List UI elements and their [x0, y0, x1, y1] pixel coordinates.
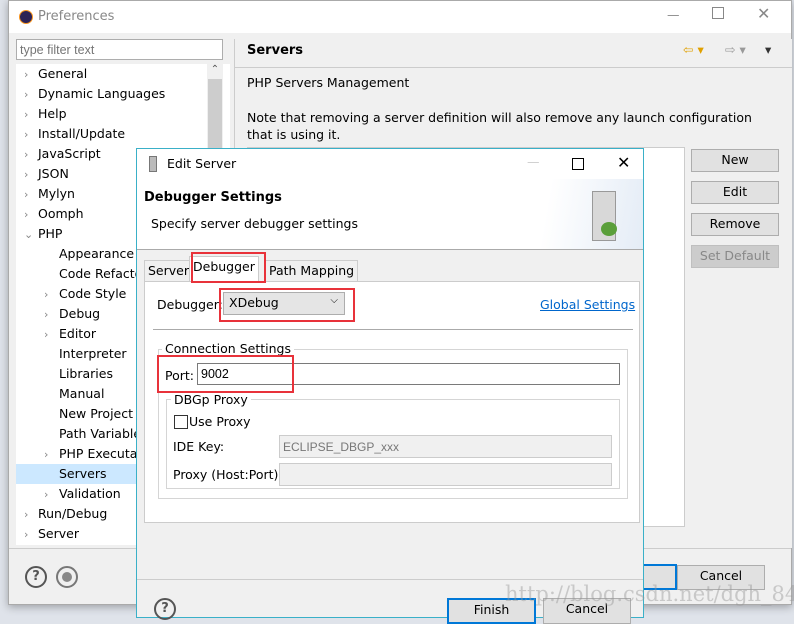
tree-item[interactable]: › Dynamic Languages — [16, 84, 230, 104]
tree-item-label: PHP — [38, 226, 63, 241]
close-button[interactable]: ✕ — [757, 4, 770, 23]
dialog-title: Edit Server — [167, 156, 237, 171]
dialog-titlebar: Edit Server — ✕ — [137, 149, 643, 179]
tree-item-label: General — [38, 66, 88, 81]
chevron-right-icon[interactable]: › — [24, 205, 38, 225]
menu-icon[interactable]: ▾ — [765, 42, 771, 57]
tree-item-label: Debug — [59, 306, 101, 321]
use-proxy-label[interactable]: Use Proxy — [189, 414, 251, 429]
remove-button[interactable]: Remove — [691, 213, 779, 236]
tree-item[interactable]: › General — [16, 64, 230, 84]
chevron-right-icon[interactable]: › — [24, 165, 38, 185]
tab-path-mapping[interactable]: Path Mapping — [265, 260, 359, 282]
tree-item-label: Server — [38, 526, 79, 541]
tree-item-label: Path Variable — [59, 426, 142, 441]
ide-key-label: IDE Key: — [173, 439, 225, 454]
tree-item-label: JSON — [38, 166, 69, 181]
minimize-button[interactable]: — — [667, 7, 680, 22]
tree-item-label: Code Style — [59, 286, 127, 301]
tree-item-label: Mylyn — [38, 186, 75, 201]
chevron-right-icon[interactable]: › — [44, 485, 58, 505]
note-text: Note that removing a server definition w… — [247, 110, 752, 142]
proxy-host-port-label: Proxy (Host:Port): — [173, 467, 283, 482]
debugger-label: Debugger: — [157, 297, 223, 312]
tree-item-label: Run/Debug — [38, 506, 108, 521]
server-icon — [149, 156, 157, 172]
tree-item[interactable]: › Install/Update — [16, 124, 230, 144]
preferences-titlebar: Preferences — ✕ — [9, 1, 791, 33]
tree-item[interactable]: › Help — [16, 104, 230, 124]
chevron-right-icon[interactable]: › — [24, 85, 38, 105]
tree-item-label: Appearance — [59, 246, 135, 261]
dialog-close-button[interactable]: ✕ — [617, 153, 630, 172]
global-settings-link[interactable]: Global Settings — [540, 297, 635, 312]
use-proxy-checkbox[interactable] — [174, 415, 188, 429]
dialog-minimize-button: — — [527, 154, 540, 169]
dialog-footer-divider — [137, 579, 643, 580]
chevron-right-icon[interactable]: › — [24, 145, 38, 165]
tree-item-label: Servers — [59, 466, 107, 481]
chevron-right-icon[interactable]: › — [44, 325, 58, 345]
chevron-right-icon[interactable]: › — [24, 185, 38, 205]
filter-input[interactable] — [16, 39, 223, 60]
watermark: http://blog.csdn.net/dgh_84 — [505, 582, 794, 606]
chevron-right-icon[interactable]: › — [24, 125, 38, 145]
tree-item-label: JavaScript — [38, 146, 101, 161]
tree-item-label: Oomph — [38, 206, 84, 221]
chevron-right-icon[interactable]: › — [44, 305, 58, 325]
tree-item-label: PHP Executab — [59, 446, 146, 461]
page-title: Servers — [247, 43, 304, 58]
new-button[interactable]: New — [691, 149, 779, 172]
tree-item-label: Code Refactor — [59, 266, 148, 281]
edit-button[interactable]: Edit — [691, 181, 779, 204]
forward-icon[interactable]: ⇨ ▾ — [725, 42, 746, 57]
tree-item-label: Interpreter — [59, 346, 127, 361]
tree-item-label: Validation — [59, 486, 121, 501]
chevron-right-icon[interactable]: › — [24, 525, 38, 545]
dbgp-proxy-label: DBGp Proxy — [171, 392, 251, 407]
connection-settings-label: Connection Settings — [162, 341, 294, 356]
highlight-port — [157, 355, 294, 393]
tree-item-label: Editor — [59, 326, 96, 341]
window-title: Preferences — [38, 9, 115, 24]
tree-item-label: Install/Update — [38, 126, 126, 141]
chevron-right-icon[interactable]: › — [44, 445, 58, 465]
tab-server[interactable]: Server — [144, 260, 193, 282]
proxy-host-port-input[interactable] — [279, 463, 612, 486]
dialog-header-title: Debugger Settings — [144, 190, 282, 205]
server-debug-icon — [592, 191, 617, 241]
back-icon[interactable]: ⇦ ▾ — [683, 42, 704, 57]
page-header: Servers ⇦ ▾ ⇨ ▾ ▾ — [234, 39, 792, 68]
dialog-header: Debugger Settings Specify server debugge… — [137, 179, 643, 250]
record-icon[interactable] — [56, 566, 78, 588]
chevron-down-icon[interactable]: ⌄ — [24, 225, 38, 245]
dialog-help-icon[interactable]: ? — [154, 598, 176, 620]
highlight-debugger-tab — [191, 252, 266, 283]
tree-item-label: Help — [38, 106, 67, 121]
section-title: PHP Servers Management — [247, 75, 410, 90]
ide-key-input[interactable] — [279, 435, 612, 458]
eclipse-icon — [19, 10, 33, 24]
tree-item-label: Manual — [59, 386, 105, 401]
set-default-button[interactable]: Set Default — [691, 245, 779, 268]
dialog-maximize-button[interactable] — [572, 158, 584, 170]
tree-item-label: Dynamic Languages — [38, 86, 166, 101]
chevron-right-icon[interactable]: › — [24, 505, 38, 525]
edit-server-dialog: Edit Server — ✕ Debugger Settings Specif… — [136, 148, 644, 624]
chevron-right-icon[interactable]: › — [24, 65, 38, 85]
separator — [153, 329, 633, 330]
highlight-debugger-select — [219, 288, 355, 322]
chevron-right-icon[interactable]: › — [24, 105, 38, 125]
chevron-right-icon[interactable]: › — [44, 285, 58, 305]
maximize-button[interactable] — [712, 7, 724, 19]
tree-item-label: New Project L — [59, 406, 144, 421]
tree-item-label: Libraries — [59, 366, 113, 381]
dialog-header-desc: Specify server debugger settings — [151, 216, 359, 231]
help-icon[interactable]: ? — [25, 566, 47, 588]
